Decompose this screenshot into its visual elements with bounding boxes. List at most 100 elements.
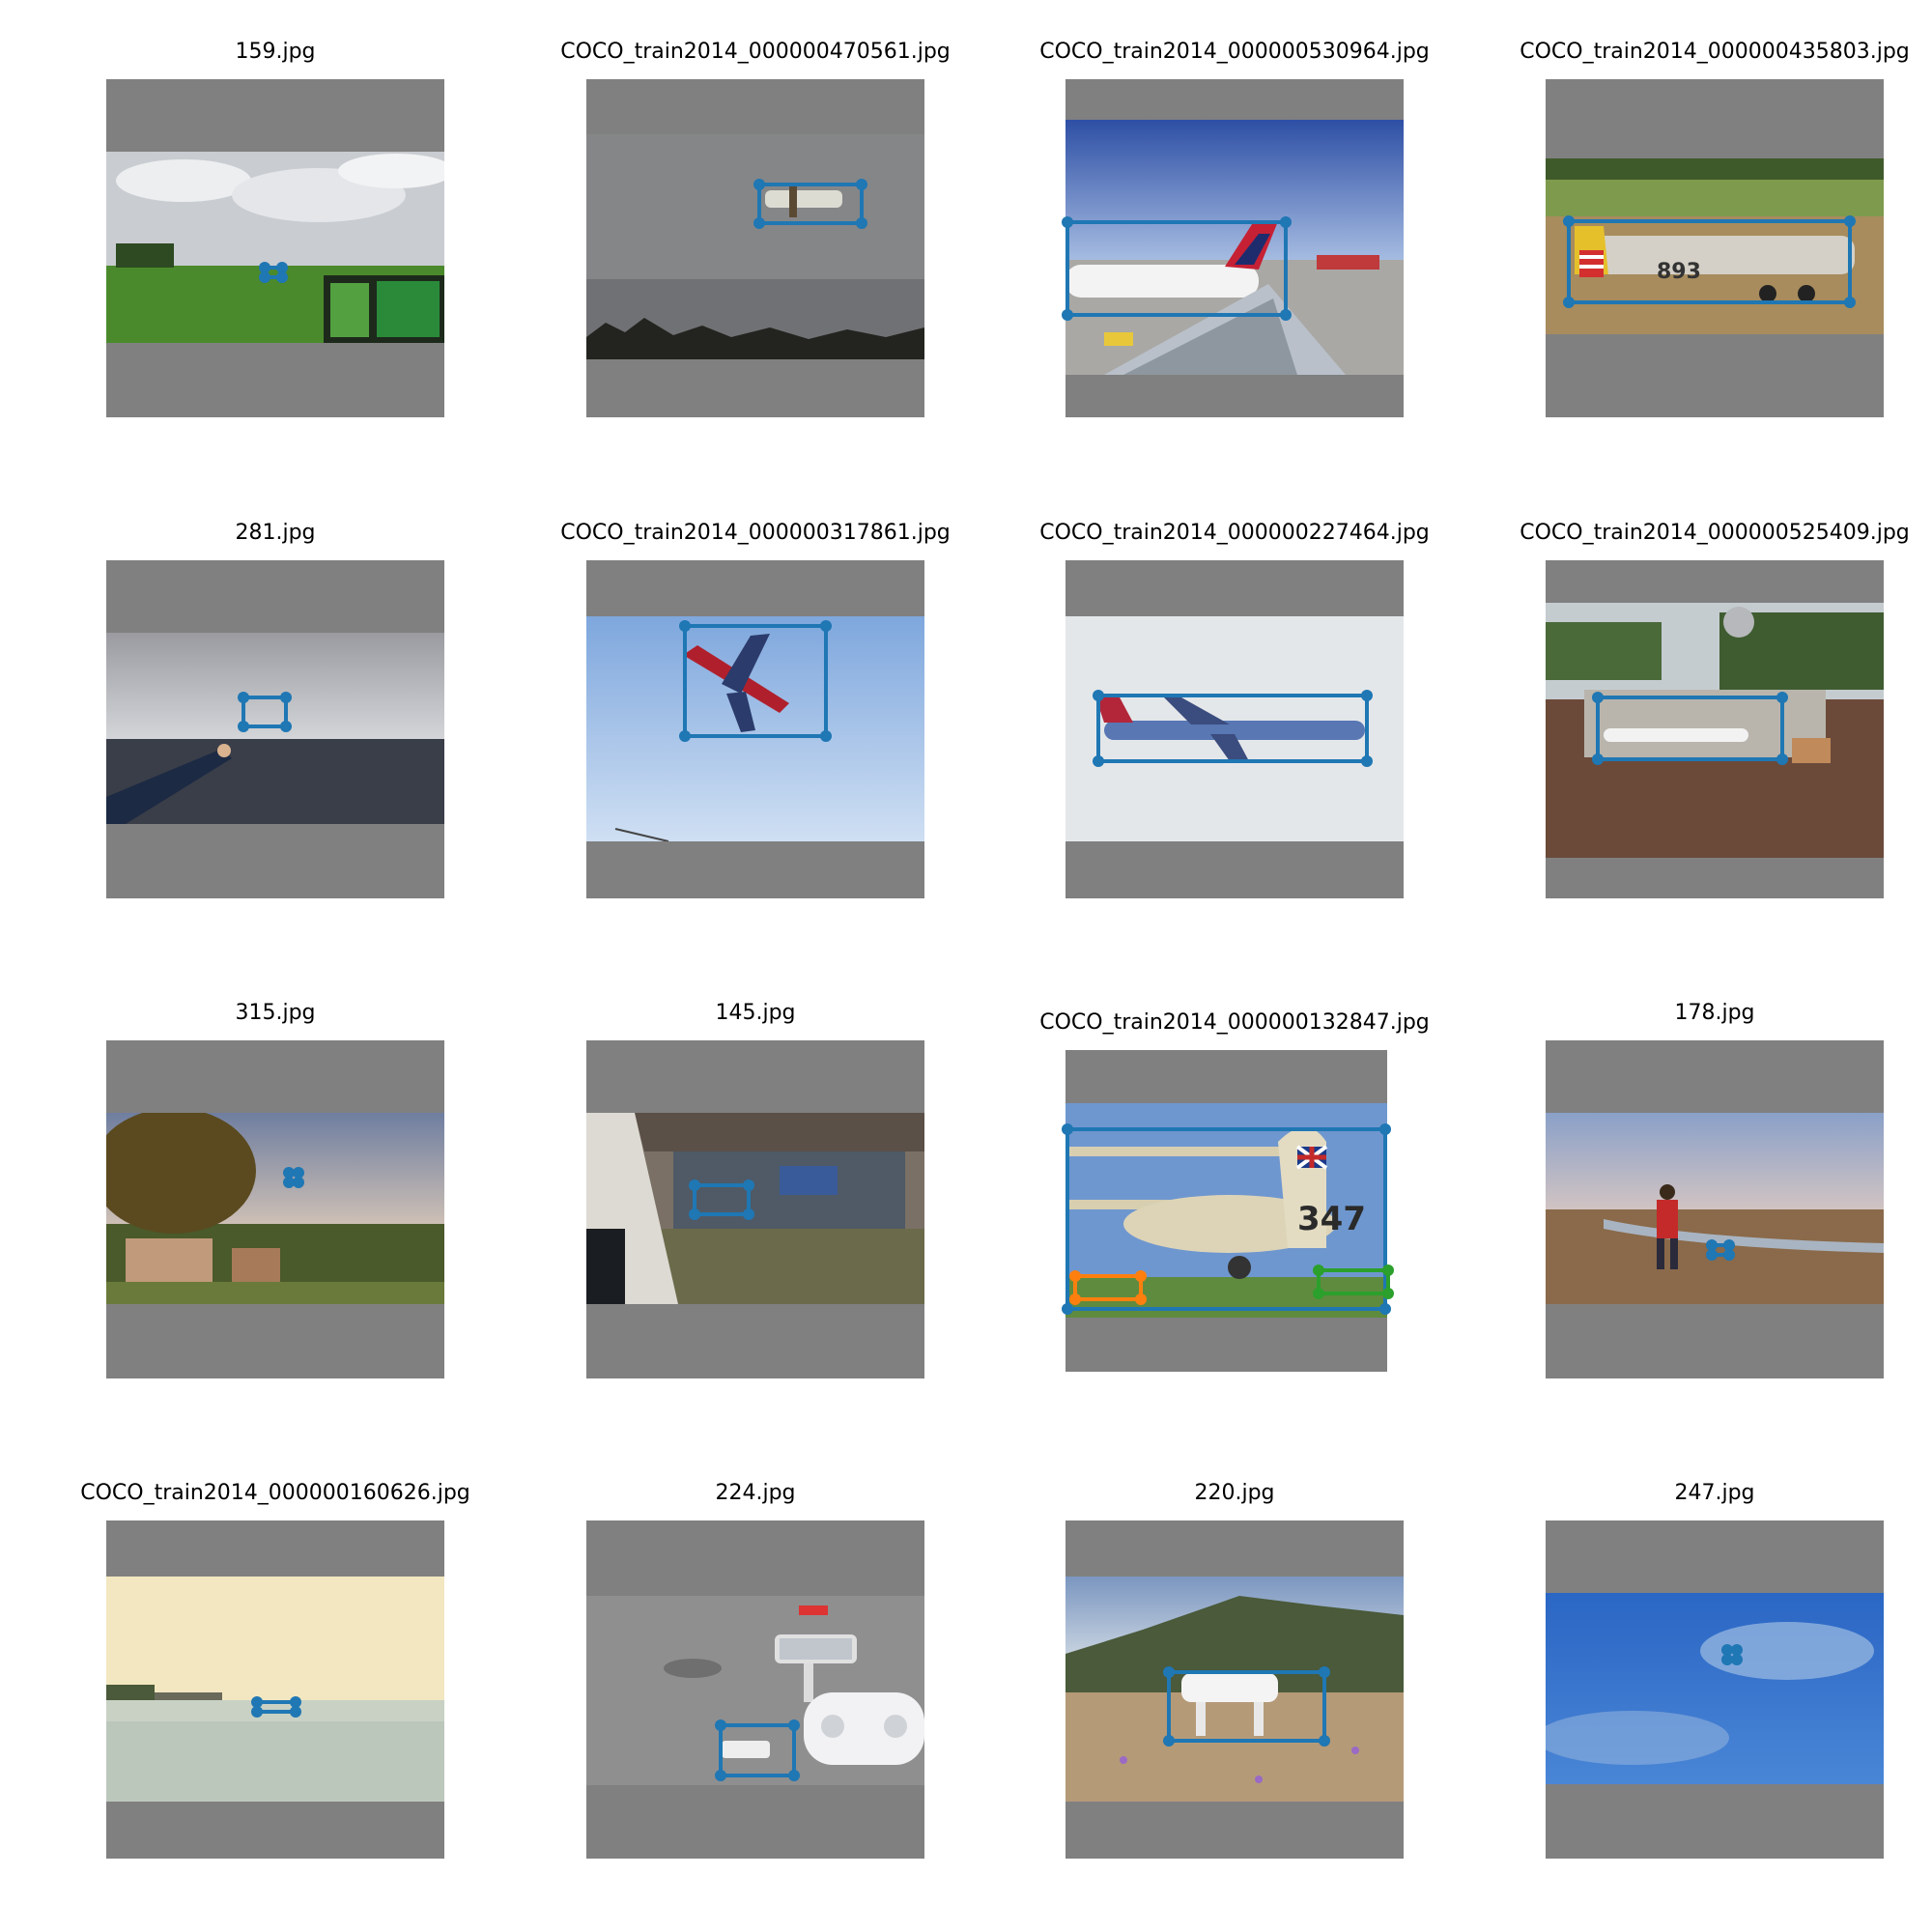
- box-corner-handle: [1313, 1264, 1324, 1276]
- image-title: 224.jpg: [715, 1481, 796, 1505]
- box-corner-handle: [689, 1179, 700, 1191]
- image-title: 247.jpg: [1674, 1481, 1755, 1505]
- image-panel: [106, 1040, 444, 1378]
- box-corner-handle: [1093, 690, 1104, 701]
- box-corner-handle: [1135, 1293, 1147, 1305]
- image-panel: [106, 79, 444, 417]
- box-corner-handle: [715, 1719, 726, 1731]
- box-corner-handle: [1280, 216, 1292, 228]
- bounding-box: [715, 1719, 800, 1781]
- grid-cell: COCO_train2014_000000132847.jpg 347: [1022, 1000, 1447, 1406]
- box-corner-handle: [820, 730, 832, 742]
- photo-illustration: [106, 1113, 444, 1304]
- box-corner-handle: [1069, 1270, 1081, 1282]
- box-corner-handle: [1776, 692, 1788, 703]
- grid-cell: 281.jpg: [63, 520, 488, 925]
- image-title: 159.jpg: [235, 40, 316, 64]
- photo-illustration: [586, 134, 924, 359]
- image-panel: [1065, 1520, 1404, 1859]
- box-corner-handle: [1062, 309, 1073, 321]
- box-corner-handle: [743, 1179, 754, 1191]
- bounding-box: [259, 262, 288, 283]
- image-panel: [1546, 1040, 1884, 1378]
- box-corner-handle: [1280, 309, 1292, 321]
- photo-illustration: [106, 152, 444, 343]
- grid-cell: COCO_train2014_000000530964.jpg: [1022, 39, 1447, 444]
- photo: [106, 633, 444, 824]
- box-corner-handle: [788, 1770, 800, 1781]
- grid-cell: 224.jpg: [543, 1480, 968, 1886]
- box-corner-handle: [1382, 1264, 1394, 1276]
- box-corner-handle: [1093, 755, 1104, 767]
- image-title: COCO_train2014_000000435803.jpg: [1520, 40, 1910, 64]
- box-corner-handle: [1844, 215, 1856, 227]
- bounding-box: [251, 1696, 301, 1718]
- image-panel: [586, 79, 924, 417]
- image-panel: [586, 560, 924, 898]
- box-corner-handle: [238, 692, 249, 703]
- box-corner-handle: [856, 217, 867, 229]
- box-corner-handle: [1844, 297, 1856, 308]
- photo: [106, 1577, 444, 1802]
- box-corner-handle: [1379, 1303, 1391, 1315]
- bounding-box: [1313, 1264, 1394, 1299]
- grid-cell: COCO_train2014_000000160626.jpg: [63, 1480, 488, 1886]
- box-corner-handle: [753, 179, 765, 190]
- box-corner-handle: [753, 217, 765, 229]
- image-panel: [1546, 560, 1884, 898]
- photo-illustration: [106, 1577, 444, 1802]
- box-corner-handle: [251, 1706, 263, 1718]
- grid-cell: 220.jpg: [1022, 1480, 1447, 1886]
- image-title: COCO_train2014_000000227464.jpg: [1039, 521, 1430, 545]
- box-corner-handle: [715, 1770, 726, 1781]
- photo: [106, 152, 444, 343]
- bounding-box: [1163, 1666, 1330, 1747]
- photo-illustration: [586, 1113, 924, 1304]
- box-corner-handle: [743, 1208, 754, 1220]
- box-corner-handle: [1592, 753, 1604, 765]
- grid-cell: COCO_train2014_000000525409.jpg: [1502, 520, 1927, 925]
- box-corner-handle: [1163, 1735, 1175, 1747]
- bounding-box: [1062, 216, 1292, 321]
- image-title: COCO_train2014_000000317861.jpg: [560, 521, 951, 545]
- box-corner-handle: [856, 179, 867, 190]
- box-corner-handle: [259, 271, 270, 283]
- image-panel: [1546, 1520, 1884, 1859]
- box-corner-handle: [1319, 1666, 1330, 1678]
- box-corner-handle: [1723, 1249, 1735, 1261]
- image-panel: 893: [1546, 79, 1884, 417]
- grid-cell: COCO_train2014_000000435803.jpg 893: [1502, 39, 1927, 444]
- box-corner-handle: [1062, 1303, 1073, 1315]
- image-panel: [586, 1520, 924, 1859]
- box-corner-handle: [1706, 1249, 1718, 1261]
- box-corner-handle: [1163, 1666, 1175, 1678]
- photo-illustration: [106, 633, 444, 824]
- bounding-box: [1721, 1644, 1743, 1665]
- photo: [586, 1113, 924, 1304]
- box-corner-handle: [276, 271, 288, 283]
- box-corner-handle: [1361, 755, 1373, 767]
- image-panel: [1065, 560, 1404, 898]
- box-corner-handle: [280, 692, 292, 703]
- image-title: COCO_train2014_000000132847.jpg: [1039, 1010, 1430, 1035]
- box-corner-handle: [679, 620, 691, 632]
- photo: [1546, 1113, 1884, 1304]
- box-corner-handle: [1313, 1288, 1324, 1299]
- photo: [586, 134, 924, 359]
- bounding-box: [1563, 215, 1856, 308]
- photo-illustration: [1546, 1113, 1884, 1304]
- box-corner-handle: [1319, 1735, 1330, 1747]
- photo: [1546, 1593, 1884, 1784]
- box-corner-handle: [1731, 1654, 1743, 1665]
- bounding-box: [753, 179, 867, 229]
- grid-cell: COCO_train2014_000000227464.jpg: [1022, 520, 1447, 925]
- image-title: 315.jpg: [235, 1001, 316, 1025]
- image-panel: [106, 1520, 444, 1859]
- box-corner-handle: [1062, 216, 1073, 228]
- box-corner-handle: [1776, 753, 1788, 765]
- image-panel: [106, 560, 444, 898]
- box-corner-handle: [1382, 1288, 1394, 1299]
- box-corner-handle: [1361, 690, 1373, 701]
- bounding-box: [238, 692, 292, 732]
- bounding-box: [1592, 692, 1788, 765]
